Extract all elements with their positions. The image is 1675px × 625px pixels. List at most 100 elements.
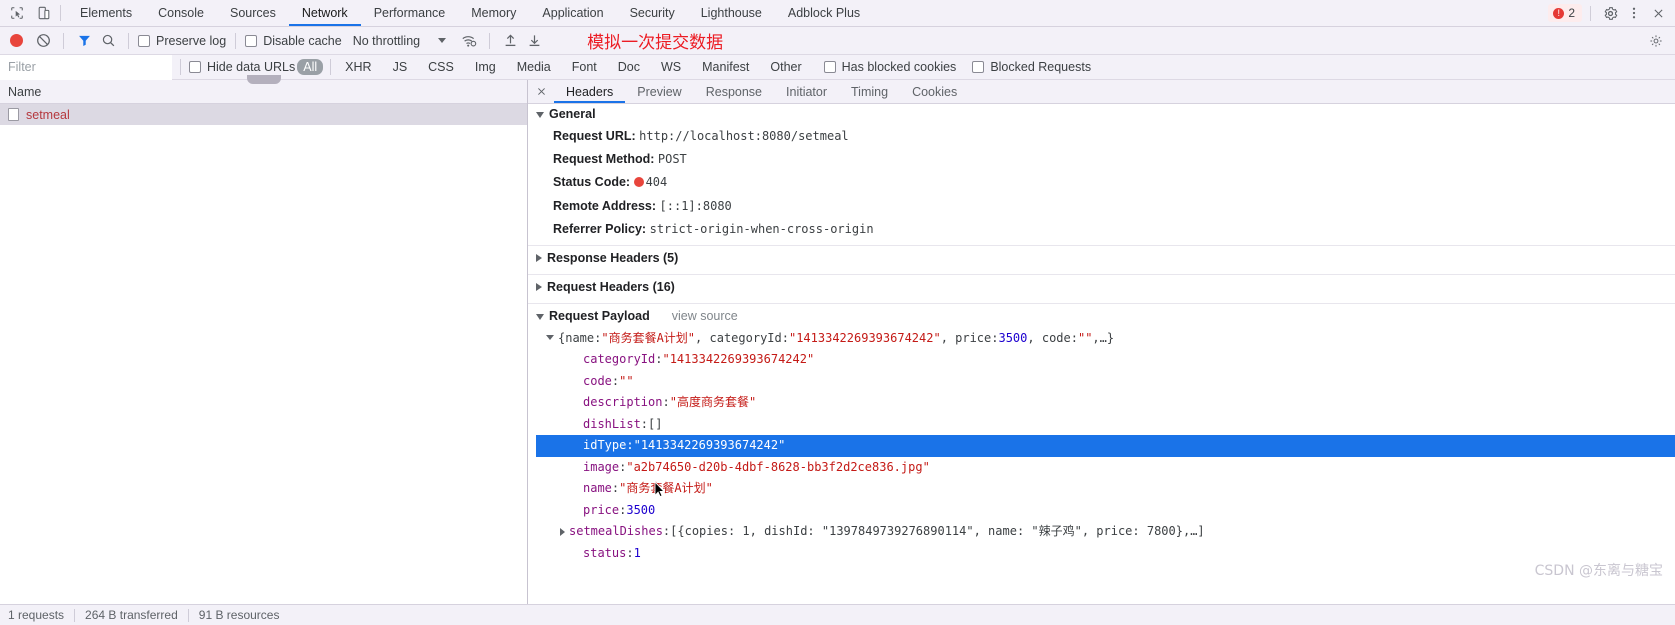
remote-address-value: [::1]:8080: [659, 198, 732, 213]
general-section-header[interactable]: General: [528, 104, 1675, 124]
type-filter-css[interactable]: CSS: [422, 59, 460, 75]
filter-icon[interactable]: [73, 30, 95, 52]
json-separator: :: [611, 481, 620, 496]
kebab-menu-icon[interactable]: [1623, 2, 1645, 24]
type-filter-img[interactable]: Img: [469, 59, 502, 75]
network-settings-icon[interactable]: [1645, 30, 1667, 52]
pane-drag-handle[interactable]: [246, 75, 281, 84]
tab-initiator[interactable]: Initiator: [774, 80, 839, 103]
chevron-down-icon[interactable]: [438, 38, 447, 43]
type-filter-font[interactable]: Font: [566, 59, 603, 75]
json-row-status[interactable]: status: 1: [536, 543, 1675, 565]
type-filter-all[interactable]: All: [297, 59, 324, 75]
tab-preview[interactable]: Preview: [625, 80, 693, 103]
json-row-code[interactable]: code: "": [536, 371, 1675, 393]
error-count-badge[interactable]: ! 2: [1548, 4, 1582, 22]
inspect-element-icon[interactable]: [8, 5, 25, 22]
json-row-price[interactable]: price: 3500: [536, 500, 1675, 522]
type-filter-media[interactable]: Media: [511, 59, 557, 75]
detail-tab-list: Headers Preview Response Initiator Timin…: [528, 80, 1675, 104]
json-value: 1: [633, 545, 641, 560]
tab-memory[interactable]: Memory: [458, 0, 529, 26]
request-payload-tree: {name: "商务套餐A计划", categoryId: "141334226…: [528, 328, 1675, 565]
network-conditions-icon[interactable]: [458, 30, 480, 52]
type-filter-other[interactable]: Other: [764, 59, 807, 75]
has-blocked-cookies-checkbox[interactable]: Has blocked cookies: [823, 60, 957, 74]
json-row-dishList[interactable]: dishList: []: [536, 414, 1675, 436]
blocked-requests-checkbox[interactable]: Blocked Requests: [972, 60, 1091, 74]
close-icon[interactable]: [1647, 2, 1669, 24]
response-headers-section[interactable]: Response Headers (5): [528, 246, 1675, 270]
tab-cookies[interactable]: Cookies: [900, 80, 969, 103]
hide-data-urls-checkbox[interactable]: Hide data URLs: [189, 60, 295, 74]
tab-response[interactable]: Response: [694, 80, 774, 103]
json-summary-code: "": [1077, 330, 1093, 345]
tab-headers[interactable]: Headers: [554, 80, 626, 103]
json-row-categoryId[interactable]: categoryId: "1413342269393674242": [536, 349, 1675, 371]
request-url-value: http://localhost:8080/setmeal: [639, 128, 849, 143]
chevron-down-icon: [536, 313, 544, 320]
tab-adblock-plus[interactable]: Adblock Plus: [775, 0, 873, 26]
tabbar-tool-icons: [0, 0, 58, 26]
type-filter-doc[interactable]: Doc: [612, 59, 646, 75]
export-har-icon[interactable]: [523, 30, 545, 52]
type-filter-js[interactable]: JS: [387, 59, 414, 75]
referrer-policy-key: Referrer Policy:: [553, 222, 647, 237]
disable-cache-checkbox[interactable]: Disable cache: [245, 34, 342, 48]
json-root-summary[interactable]: {name: "商务套餐A计划", categoryId: "141334226…: [536, 328, 1675, 350]
type-filter-ws[interactable]: WS: [655, 59, 687, 75]
headers-detail-body: General Request URL: http://localhost:80…: [528, 104, 1675, 604]
chevron-right-icon[interactable]: [560, 528, 565, 537]
json-summary-prefix: {name:: [558, 330, 602, 345]
tab-sources[interactable]: Sources: [217, 0, 289, 26]
json-key: categoryId: [583, 352, 656, 367]
chevron-right-icon: [536, 253, 542, 262]
tab-application[interactable]: Application: [529, 0, 616, 26]
json-row-name[interactable]: name: "商务套餐A计划": [536, 478, 1675, 500]
import-har-icon[interactable]: [499, 30, 521, 52]
status-error-icon: [633, 177, 644, 188]
device-toolbar-icon[interactable]: [35, 5, 52, 22]
json-row-setmealDishes[interactable]: setmealDishes: [{copies: 1, dishId: "139…: [536, 521, 1675, 543]
network-main-area: Name setmeal Headers Preview Response In…: [0, 75, 1675, 604]
type-filter-manifest[interactable]: Manifest: [696, 59, 755, 75]
status-divider-2: [187, 608, 189, 622]
status-code-value: 404: [645, 175, 668, 190]
tab-lighthouse[interactable]: Lighthouse: [688, 0, 775, 26]
tab-console[interactable]: Console: [145, 0, 217, 26]
record-button[interactable]: [10, 34, 23, 47]
close-detail-icon[interactable]: [528, 80, 554, 103]
column-header-name: Name: [8, 84, 42, 99]
status-requests-count: 1 requests: [8, 608, 65, 622]
chevron-down-icon[interactable]: [546, 334, 554, 340]
tab-security[interactable]: Security: [617, 0, 688, 26]
hide-data-urls-label: Hide data URLs: [207, 60, 296, 74]
gear-icon[interactable]: [1599, 2, 1621, 24]
has-blocked-cookies-label: Has blocked cookies: [841, 60, 957, 74]
json-summary-mid2: , price:: [940, 330, 999, 345]
request-headers-section[interactable]: Request Headers (16): [528, 275, 1675, 299]
tab-timing[interactable]: Timing: [839, 80, 900, 103]
tab-performance[interactable]: Performance: [361, 0, 459, 26]
table-row[interactable]: setmeal: [0, 104, 527, 125]
json-row-image[interactable]: image: "a2b74650-d20b-4dbf-8628-bb3f2d2c…: [536, 457, 1675, 479]
preserve-log-checkbox[interactable]: Preserve log: [138, 34, 226, 48]
search-icon[interactable]: [97, 30, 119, 52]
view-source-link[interactable]: view source: [672, 309, 738, 323]
type-filter-xhr[interactable]: XHR: [339, 59, 377, 75]
tab-network[interactable]: Network: [288, 0, 361, 26]
tab-security-label: Security: [629, 6, 675, 20]
preserve-log-box: [138, 34, 150, 47]
throttling-select[interactable]: No throttling: [353, 34, 420, 48]
json-value: 3500: [626, 502, 656, 517]
json-row-idType[interactable]: idType: "1413342269393674242": [536, 435, 1675, 457]
tab-application-label: Application: [542, 6, 604, 20]
request-payload-section[interactable]: Request Payload view source: [528, 304, 1675, 328]
status-code-key: Status Code:: [553, 175, 631, 190]
clear-icon[interactable]: [32, 30, 54, 52]
json-row-description[interactable]: description: "高度商务套餐": [536, 392, 1675, 414]
chevron-down-icon: [536, 112, 544, 118]
tab-elements[interactable]: Elements: [67, 0, 145, 26]
json-key: image: [583, 459, 620, 474]
filter-input[interactable]: [0, 54, 172, 80]
